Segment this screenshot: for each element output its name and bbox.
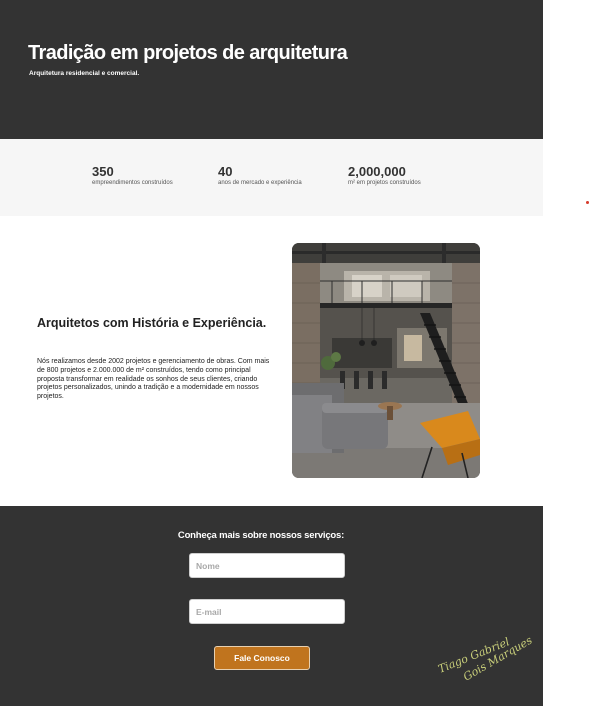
name-field[interactable]: [189, 553, 345, 578]
interior-photo: [292, 243, 480, 478]
stat-number: 2,000,000: [348, 164, 406, 179]
stat-years: 40 anos de mercado e experiência: [218, 164, 302, 187]
stat-number: 40: [218, 164, 233, 179]
hero-subtitle: Arquitetura residencial e comercial.: [29, 70, 140, 77]
about-section: Arquitetos com História e Experiência. N…: [0, 216, 543, 506]
hero-section: Tradição em projetos de arquitetura Arqu…: [0, 0, 543, 139]
stat-label: anos de mercado e experiência: [218, 180, 302, 186]
contact-submit-button[interactable]: Fale Conosco: [214, 646, 310, 670]
about-title: Arquitetos com História e Experiência.: [37, 316, 267, 330]
loft-interior-illustration: [292, 243, 480, 478]
about-text: Nós realizamos desde 2002 projetos e ger…: [37, 358, 270, 401]
hero-title: Tradição em projetos de arquitetura: [28, 42, 348, 64]
landing-page: Tradição em projetos de arquitetura Arqu…: [0, 0, 543, 706]
stats-section: 350 empreendimentos construídos 40 anos …: [0, 139, 543, 216]
stat-area: 2,000,000 m² em projetos construídos: [348, 164, 421, 187]
author-signature: Tiago Gabriel Gois Marques: [436, 633, 535, 683]
stat-projects: 350 empreendimentos construídos: [92, 164, 173, 187]
stat-label: empreendimentos construídos: [92, 180, 173, 186]
decorative-dot: [586, 201, 589, 204]
email-field[interactable]: [189, 599, 345, 624]
contact-title: Conheça mais sobre nossos serviços:: [177, 530, 345, 541]
stat-number: 350: [92, 164, 114, 179]
stat-label: m² em projetos construídos: [348, 180, 421, 186]
